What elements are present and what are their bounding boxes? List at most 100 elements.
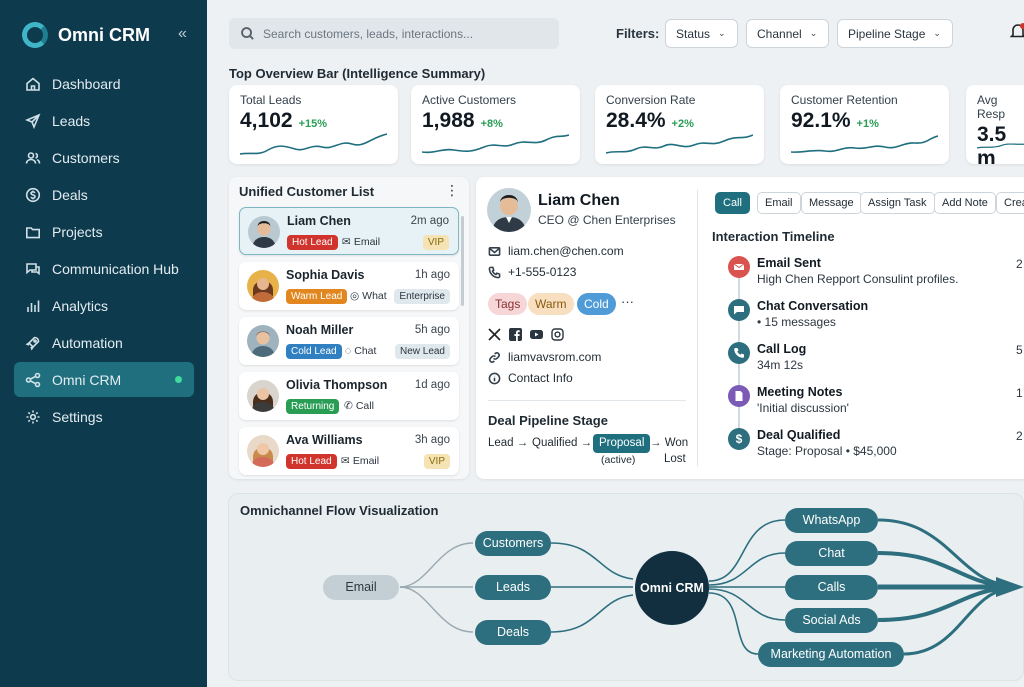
channel-label: Email (353, 236, 381, 248)
customer-card-liam-chen[interactable]: Liam Chen 2m ago Hot Lead ✉ Email VIP (239, 207, 459, 255)
customer-name: Olivia Thompson (286, 378, 388, 392)
timeline-item-meta: 5 (1016, 343, 1023, 357)
channel-email: ✉ Email (341, 454, 379, 469)
kpi-customer-retention[interactable]: Customer Retention 92.1% +1% (780, 85, 949, 164)
flow-node-social-ads[interactable]: Social Ads (785, 608, 878, 633)
sidebar-item-analytics[interactable]: Analytics (14, 288, 194, 323)
timeline-item-title[interactable]: Email Sent (757, 256, 821, 270)
tag-pill-cold[interactable]: Cold (577, 293, 616, 315)
sparkline (240, 133, 387, 155)
channel-filter[interactable]: Channel ⌄ (746, 19, 829, 48)
collapse-sidebar-icon[interactable]: « (178, 25, 187, 43)
kpi-total-leads[interactable]: Total Leads 4,102 +15% (229, 85, 398, 164)
lead-tag: Cold Lead (286, 344, 342, 359)
timeline-item-meta: 2 (1016, 429, 1023, 443)
sidebar-item-customers[interactable]: Customers (14, 140, 194, 175)
customer-card-ava-williams[interactable]: Ava Williams 3h ago Hot Lead ✉ Email VIP (239, 427, 459, 475)
sparkline (606, 134, 753, 154)
timeline-item-title[interactable]: Chat Conversation (757, 299, 868, 313)
notes-icon (728, 385, 750, 407)
sidebar-item-label: Deals (52, 186, 88, 203)
customer-card-sophia-davis[interactable]: Sophia Davis 1h ago Warm Lead ◎ What Ente… (239, 262, 459, 310)
more-options-icon[interactable]: ⋮ (445, 182, 459, 199)
sidebar-item-leads[interactable]: Leads (14, 103, 194, 138)
contact-phone[interactable]: +1-555-0123 (488, 265, 576, 279)
vip-badge: VIP (423, 454, 450, 469)
sidebar-item-communication-hub[interactable]: Communication Hub (14, 251, 194, 286)
kpi-avg-response[interactable]: Avg Resp 3.5 m (966, 85, 1024, 164)
pipeline-stage-proposal[interactable]: Proposal (593, 434, 651, 453)
pipeline-stage-lead[interactable]: Lead → (488, 437, 528, 449)
channel-whatsapp: ◎ What (350, 289, 387, 304)
flow-node-calls[interactable]: Calls (785, 575, 878, 600)
message-button[interactable]: Message (801, 192, 862, 214)
sidebar-item-label: Analytics (52, 297, 109, 314)
email-button[interactable]: Email (757, 192, 801, 214)
sidebar-item-deals[interactable]: Deals (14, 177, 194, 212)
flow-node-whatsapp[interactable]: WhatsApp (785, 508, 878, 533)
mail-icon: ✉ (342, 236, 351, 248)
sidebar-item-automation[interactable]: Automation (14, 325, 194, 360)
pipeline-stage-filter[interactable]: Pipeline Stage ⌄ (837, 19, 953, 48)
timeline-item-title[interactable]: Meeting Notes (757, 385, 842, 399)
contact-name: Liam Chen (538, 192, 620, 209)
contact-website[interactable]: liamvavsrom.com (488, 350, 601, 364)
youtube-icon[interactable] (530, 328, 543, 341)
timeline-item-desc: 34m 12s (757, 358, 804, 372)
customer-list-title: Unified Customer List (239, 184, 375, 199)
contact-info-link[interactable]: Contact Info (488, 371, 573, 385)
timeline-item-title[interactable]: Deal Qualified (757, 428, 840, 442)
contact-email[interactable]: liam.chen@chen.com (488, 244, 624, 258)
customer-time: 2m ago (410, 215, 449, 227)
tag-pill-tags[interactable]: Tags (488, 293, 528, 315)
customer-card-noah-miller[interactable]: Noah Miller 5h ago Cold Lead ◌ Chat New L… (239, 317, 459, 365)
lead-tag: Returning (286, 399, 340, 414)
sidebar-item-projects[interactable]: Projects (14, 214, 194, 249)
create-button[interactable]: Crea (996, 192, 1024, 214)
pipeline-stage-lost[interactable]: Lost (664, 453, 686, 465)
timeline-item-title[interactable]: Call Log (757, 342, 806, 356)
flow-node-marketing-automation[interactable]: Marketing Automation (758, 642, 904, 667)
customer-card-olivia-thompson[interactable]: Olivia Thompson 1d ago Returning ✆ Call (239, 372, 459, 420)
list-scrollbar[interactable] (461, 216, 464, 306)
filter-label: Channel (757, 26, 802, 41)
brand[interactable]: Omni CRM (22, 22, 150, 48)
pipeline-stage-won[interactable]: → Won (650, 437, 688, 449)
customer-time: 1d ago (414, 379, 450, 391)
brand-name: Omni CRM (58, 24, 150, 45)
flow-node-email[interactable]: Email (323, 575, 399, 600)
more-tags-icon[interactable]: ··· (621, 294, 634, 309)
flow-node-leads[interactable]: Leads (475, 575, 551, 600)
flow-title: Omnichannel Flow Visualization (240, 503, 439, 518)
chat-bubble-icon: ◌ (345, 345, 352, 357)
call-button[interactable]: Call (715, 192, 750, 214)
contact-phone-value: +1-555-0123 (508, 265, 577, 279)
sidebar-item-label: Omni CRM (52, 371, 122, 388)
flow-hub-omni-crm[interactable]: Omni CRM (635, 551, 709, 625)
status-filter[interactable]: Status ⌄ (665, 19, 738, 48)
sidebar-item-dashboard[interactable]: Dashboard (14, 66, 194, 101)
channel-call: ✆ Call (344, 399, 374, 414)
x-twitter-icon[interactable] (488, 328, 501, 341)
rocket-icon (25, 335, 41, 351)
flow-node-chat[interactable]: Chat (785, 541, 878, 566)
link-icon (489, 351, 500, 363)
chat-icon (25, 261, 41, 277)
filters-label: Filters: (616, 26, 660, 41)
pipeline-stage-qualified[interactable]: Qualified → (532, 437, 592, 449)
tag-pill-warm[interactable]: Warm (528, 293, 574, 315)
assign-task-button[interactable]: Assign Task (860, 192, 935, 214)
kpi-active-customers[interactable]: Active Customers 1,988 +8% (411, 85, 580, 164)
kpi-conversion-rate[interactable]: Conversion Rate 28.4% +2% (595, 85, 764, 164)
flow-node-customers[interactable]: Customers (475, 531, 551, 556)
flow-node-deals[interactable]: Deals (475, 620, 551, 645)
add-note-button[interactable]: Add Note (934, 192, 996, 214)
bar-chart-icon (25, 298, 41, 314)
sidebar-item-settings[interactable]: Settings (14, 399, 194, 434)
instagram-icon[interactable] (551, 328, 564, 341)
notification-bell-icon[interactable] (1010, 22, 1024, 40)
search-input[interactable]: Search customers, leads, interactions... (229, 18, 559, 49)
sidebar-item-omni-crm[interactable]: Omni CRM (14, 362, 194, 397)
facebook-icon[interactable] (509, 328, 522, 341)
sidebar-item-label: Customers (52, 149, 120, 166)
